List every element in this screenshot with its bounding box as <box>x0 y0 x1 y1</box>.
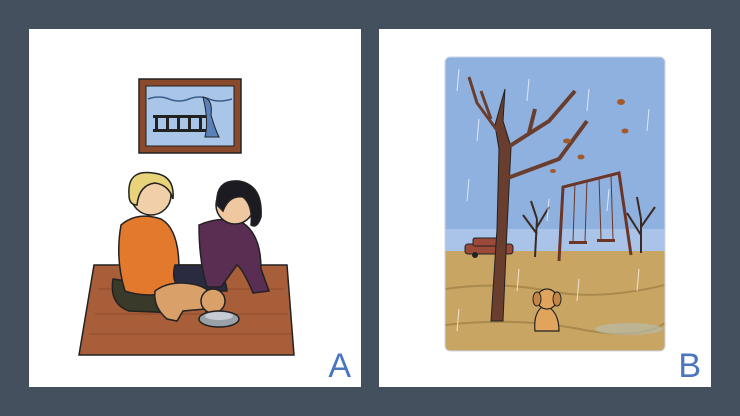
panel-label: B <box>678 347 701 385</box>
panel-label: A <box>328 347 351 385</box>
panel-b: B <box>379 29 711 387</box>
indoor-scene-illustration <box>78 78 295 356</box>
woman-purple-sweater <box>172 180 271 294</box>
rainy-playground-illustration <box>444 56 666 352</box>
panel-a: A <box>29 29 361 387</box>
wall-picture <box>138 78 242 154</box>
sky <box>445 57 665 253</box>
